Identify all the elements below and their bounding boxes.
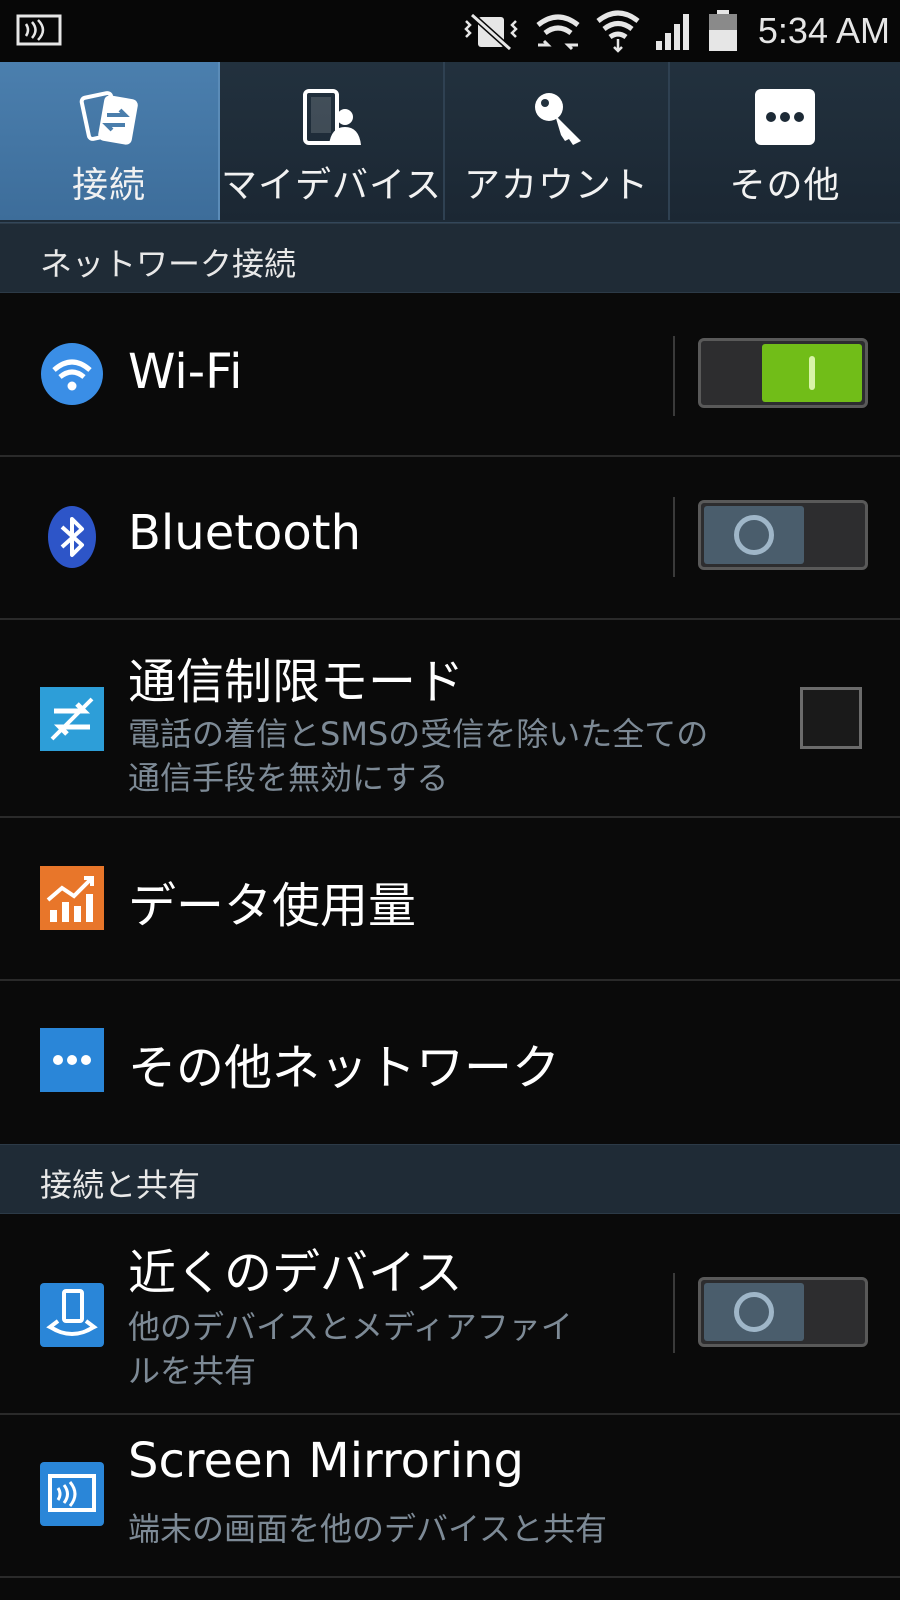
restricted-mode-subtitle-line2: 通信手段を無効にする	[128, 759, 449, 797]
bluetooth-toggle[interactable]	[698, 500, 868, 570]
more-icon	[755, 89, 815, 145]
nearby-devices-subtitle-line1: 他のデバイスとメディアファイ	[128, 1308, 573, 1346]
data-usage-title: データ使用量	[128, 878, 417, 934]
wifi-toggle[interactable]	[698, 338, 868, 408]
data-usage-icon	[40, 866, 104, 930]
tab-label: アカウント	[463, 165, 649, 206]
nearby-devices-row[interactable]: 近くのデバイス 他のデバイスとメディアファイ ルを共有	[0, 1213, 900, 1415]
status-bar: 5:34 AM	[0, 0, 900, 62]
section-title: 接続と共有	[40, 1166, 201, 1204]
restricted-mode-checkbox[interactable]	[800, 687, 862, 749]
screen-mirroring-row[interactable]: Screen Mirroring 端末の画面を他のデバイスと共有	[0, 1415, 900, 1578]
screen-mirroring-icon	[40, 1462, 104, 1526]
row-divider	[673, 336, 675, 416]
nearby-devices-toggle[interactable]	[698, 1277, 868, 1347]
bluetooth-title: Bluetooth	[128, 505, 362, 561]
wifi-row[interactable]: Wi-Fi	[0, 292, 900, 457]
section-title: ネットワーク接続	[40, 245, 297, 283]
nearby-devices-icon	[40, 1283, 104, 1347]
accounts-icon	[534, 93, 581, 145]
row-divider	[673, 497, 675, 577]
restricted-mode-title: 通信制限モード	[128, 654, 465, 710]
tab-accounts[interactable]: アカウント	[445, 62, 670, 220]
tab-label: その他	[729, 165, 841, 206]
restricted-mode-row[interactable]: 通信制限モード 電話の着信とSMSの受信を除いた全ての 通信手段を無効にする	[0, 620, 900, 818]
tab-more[interactable]: その他	[670, 62, 900, 220]
nearby-devices-subtitle-line2: ルを共有	[128, 1352, 257, 1390]
screen-mirroring-title: Screen Mirroring	[128, 1433, 524, 1489]
tab-label: 接続	[71, 165, 146, 206]
connections-icon	[79, 91, 138, 145]
status-time: 5:34 AM	[757, 10, 890, 51]
restricted-mode-subtitle-line1: 電話の着信とSMSの受信を除いた全ての	[128, 715, 709, 753]
more-networks-title: その他ネットワーク	[128, 1040, 561, 1096]
battery-icon	[708, 10, 737, 51]
my-device-icon	[302, 89, 361, 145]
row-divider	[673, 1273, 675, 1353]
bluetooth-icon	[48, 506, 96, 568]
more-networks-icon	[40, 1028, 104, 1092]
nearby-devices-title: 近くのデバイス	[128, 1245, 463, 1301]
wifi-setting-icon	[41, 343, 103, 405]
signal-icon	[655, 14, 689, 50]
screen-mirroring-subtitle: 端末の画面を他のデバイスと共有	[128, 1510, 608, 1548]
wifi-title: Wi-Fi	[128, 344, 243, 400]
section-header-network: ネットワーク接続	[0, 223, 900, 293]
section-header-share: 接続と共有	[0, 1144, 900, 1214]
settings-tabs: 接続 マイデバイス アカウント その他	[0, 62, 900, 224]
more-networks-row[interactable]: その他ネットワーク	[0, 981, 900, 1144]
mute-vibrate-icon	[464, 12, 518, 51]
airplane-mode-icon	[40, 687, 104, 751]
bluetooth-row[interactable]: Bluetooth	[0, 457, 900, 620]
wifi-icon	[596, 10, 640, 53]
screen-mirroring-status-icon	[16, 14, 62, 46]
toggle-knob	[704, 1283, 804, 1341]
data-usage-row[interactable]: データ使用量	[0, 818, 900, 981]
tab-connections[interactable]: 接続	[0, 62, 220, 220]
tab-my-device[interactable]: マイデバイス	[220, 62, 445, 220]
wifi-direct-icon	[536, 14, 580, 51]
toggle-knob	[704, 506, 804, 564]
toggle-knob	[762, 344, 862, 402]
tab-label: マイデバイス	[221, 165, 442, 206]
